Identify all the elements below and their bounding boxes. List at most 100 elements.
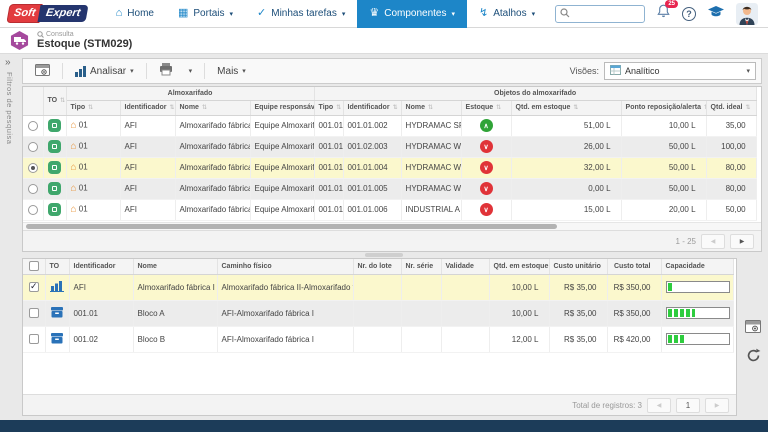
chevron-down-icon: ▾ <box>189 67 193 75</box>
views-select[interactable]: Analítico ▾ <box>604 62 756 80</box>
column-header-nome[interactable]: Nome <box>133 259 217 274</box>
to-icon[interactable] <box>48 161 61 174</box>
column-header-to[interactable]: TO <box>43 87 66 115</box>
cell-radio <box>23 115 43 136</box>
cell-qtd: 10,00 L <box>489 274 549 300</box>
select-all-checkbox[interactable] <box>29 261 39 271</box>
cell-nome2: HYDRAMAC WC32 <box>401 157 461 178</box>
cell-identificador2: 001.01.005 <box>343 178 401 199</box>
analyze-button[interactable]: Analisar ▾ <box>68 63 141 80</box>
prev-page-button[interactable]: ◀ <box>701 234 725 249</box>
cell-tipo: ⌂ 01 <box>66 136 120 157</box>
nav-item-components[interactable]: ♛Componentes▾ <box>357 0 467 28</box>
cell-nome2: HYDRAMAC SP <box>401 115 461 136</box>
nav-item-portals[interactable]: ▦Portais▾ <box>166 0 245 28</box>
column-header-lote[interactable]: Nr. do lote <box>353 259 401 274</box>
next-page-button[interactable]: ▶ <box>705 398 729 413</box>
column-header-equipe[interactable]: Equipe responsável <box>250 100 314 115</box>
data-view-button[interactable] <box>745 320 761 338</box>
refresh-icon <box>746 350 761 367</box>
group-header-almoxarifado: Almoxarifado <box>66 87 314 100</box>
scrollbar-thumb[interactable] <box>26 224 557 229</box>
to-icon[interactable] <box>48 182 61 195</box>
cell-qtd: 0,00 L <box>511 178 621 199</box>
column-header-identificador2[interactable]: Identificador <box>343 100 401 115</box>
row-radio[interactable] <box>28 121 38 131</box>
cell-equipe: Equipe Almoxarifado <box>250 157 314 178</box>
table-row[interactable]: ⌂ 01AFIAlmoxarifado fábrica IEquipe Almo… <box>23 157 756 178</box>
cell-tipo: ⌂ 01 <box>66 115 120 136</box>
column-header-identificador[interactable]: Identificador <box>120 100 175 115</box>
search-input[interactable] <box>573 9 641 19</box>
table-row[interactable]: 001.01Bloco AAFI-Almoxarifado fábrica I1… <box>23 300 733 326</box>
splitter-handle[interactable] <box>365 253 403 257</box>
column-header-ideal[interactable]: Qtd. ideal <box>706 100 756 115</box>
warehouse-icon: ⌂ <box>71 120 77 131</box>
table-row[interactable]: 001.02Bloco BAFI-Almoxarifado fábrica I1… <box>23 326 733 352</box>
column-header-serie[interactable]: Nr. série <box>401 259 441 274</box>
column-header-custo-unitario[interactable]: Custo unitário <box>549 259 607 274</box>
column-header-caminho[interactable]: Caminho físico <box>217 259 353 274</box>
print-button[interactable] <box>152 60 180 82</box>
nav-item-home[interactable]: ⌂Home <box>104 0 166 28</box>
to-icon[interactable] <box>48 203 61 216</box>
help-button[interactable]: ? <box>682 7 696 21</box>
print-options-button[interactable]: ▾ <box>182 64 200 78</box>
bar-chart-icon <box>75 66 86 77</box>
search-box[interactable] <box>555 5 645 23</box>
nav-item-tasks[interactable]: ✓Minhas tarefas▾ <box>245 0 357 28</box>
box-icon[interactable] <box>50 337 64 346</box>
column-header-custo-total[interactable]: Custo total <box>607 259 661 274</box>
column-header-qtd[interactable]: Qtd. em estoque <box>511 100 621 115</box>
column-header-validade[interactable]: Validade <box>441 259 489 274</box>
nav-item-shortcuts[interactable]: ↯Atalhos▾ <box>467 0 547 28</box>
column-header-identificador[interactable]: Identificador <box>69 259 133 274</box>
cell-lote <box>353 300 401 326</box>
column-header-capacidade[interactable]: Capacidade <box>661 259 733 274</box>
column-header-tipo2[interactable]: Tipo <box>314 100 343 115</box>
training-button[interactable] <box>708 5 724 23</box>
notifications-button[interactable]: 25 <box>657 4 670 23</box>
to-icon[interactable] <box>48 140 61 153</box>
table-row[interactable]: ⌂ 01AFIAlmoxarifado fábrica IEquipe Almo… <box>23 178 756 199</box>
factory-icon[interactable] <box>50 285 64 294</box>
refresh-button[interactable] <box>746 348 761 368</box>
box-icon[interactable] <box>50 311 64 320</box>
to-icon[interactable] <box>48 119 61 132</box>
more-button[interactable]: Mais ▾ <box>210 63 253 80</box>
table-row[interactable]: AFIAlmoxarifado fábrica IAlmoxarifado fá… <box>23 274 733 300</box>
column-header-nome[interactable]: Nome <box>175 100 250 115</box>
table-row[interactable]: ⌂ 01AFIAlmoxarifado fábrica IEquipe Almo… <box>23 199 756 220</box>
row-radio[interactable] <box>28 142 38 152</box>
row-checkbox[interactable] <box>29 308 39 318</box>
table-row[interactable]: ⌂ 01AFIAlmoxarifado fábrica IEquipe Almo… <box>23 136 756 157</box>
row-radio[interactable] <box>28 205 38 215</box>
chevron-down-icon: ▾ <box>230 10 234 18</box>
row-radio[interactable] <box>28 184 38 194</box>
cell-tipo2: 001.01 <box>314 178 343 199</box>
column-header-ponto[interactable]: Ponto reposição/alerta <box>621 100 706 115</box>
cell-custo-unitario: R$ 35,00 <box>549 326 607 352</box>
prev-page-button[interactable]: ◀ <box>647 398 671 413</box>
expand-filters-button[interactable]: » <box>0 54 20 72</box>
avatar[interactable] <box>736 3 758 25</box>
column-header-estoque[interactable]: Estoque <box>461 100 511 115</box>
question-icon: ? <box>686 9 692 19</box>
stock-down-icon: ∨ <box>480 140 493 153</box>
cell-capacidade <box>661 274 733 300</box>
table-row[interactable]: ⌂ 01AFIAlmoxarifado fábrica IEquipe Almo… <box>23 115 756 136</box>
cell-capacidade <box>661 326 733 352</box>
row-checkbox[interactable] <box>29 282 39 292</box>
current-page-button[interactable]: 1 <box>676 398 700 413</box>
row-radio[interactable] <box>28 163 38 173</box>
cell-to <box>43 157 66 178</box>
data-view-button[interactable] <box>28 61 57 82</box>
column-header-nome2[interactable]: Nome <box>401 100 461 115</box>
horizontal-scrollbar[interactable] <box>23 222 761 230</box>
row-checkbox[interactable] <box>29 334 39 344</box>
column-header-to[interactable]: TO <box>45 259 69 274</box>
column-header-qtd[interactable]: Qtd. em estoque <box>489 259 549 274</box>
column-header-tipo[interactable]: Tipo <box>66 100 120 115</box>
next-page-button[interactable]: ▶ <box>730 234 754 249</box>
cell-custo-unitario: R$ 35,00 <box>549 274 607 300</box>
